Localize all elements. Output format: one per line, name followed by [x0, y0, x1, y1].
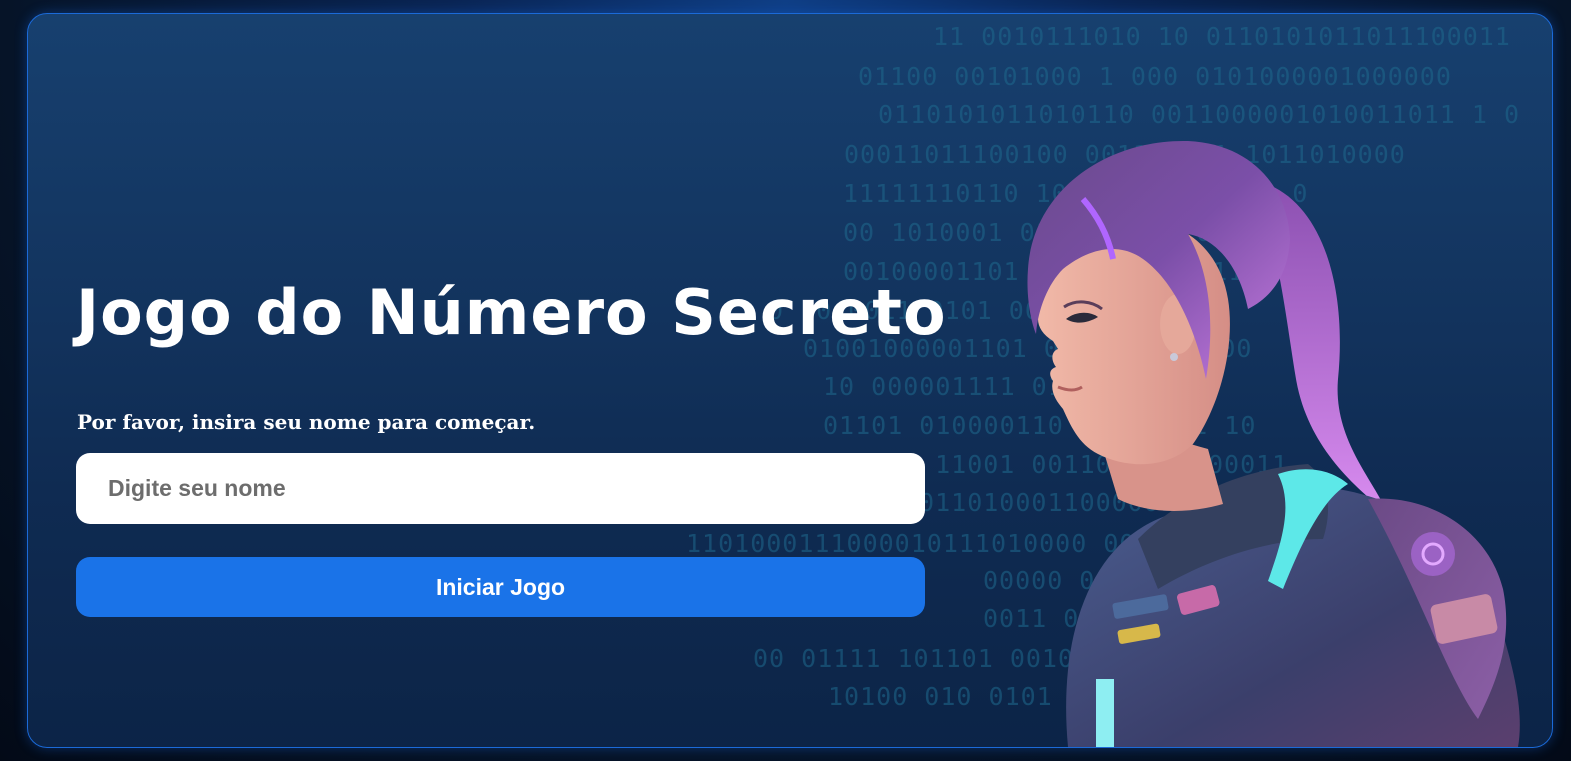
- binary-row: 11 0010111010 10 0110101011011100011: [933, 22, 1511, 51]
- astronaut-girl-illustration: [1027, 140, 1520, 747]
- name-input[interactable]: [76, 453, 925, 524]
- binary-row: 01100 00101000 1 000 0101000001000000: [858, 62, 1452, 91]
- name-prompt: Por favor, insira seu nome para começar.: [77, 410, 536, 434]
- start-game-button[interactable]: Iniciar Jogo: [76, 557, 925, 617]
- page-title: Jogo do Número Secreto: [76, 276, 947, 349]
- shoulder-emblem-shape: [1411, 532, 1455, 576]
- earring-shape: [1170, 353, 1178, 361]
- game-start-panel: 11 0010111010 10 0110101011011100011 011…: [27, 13, 1553, 748]
